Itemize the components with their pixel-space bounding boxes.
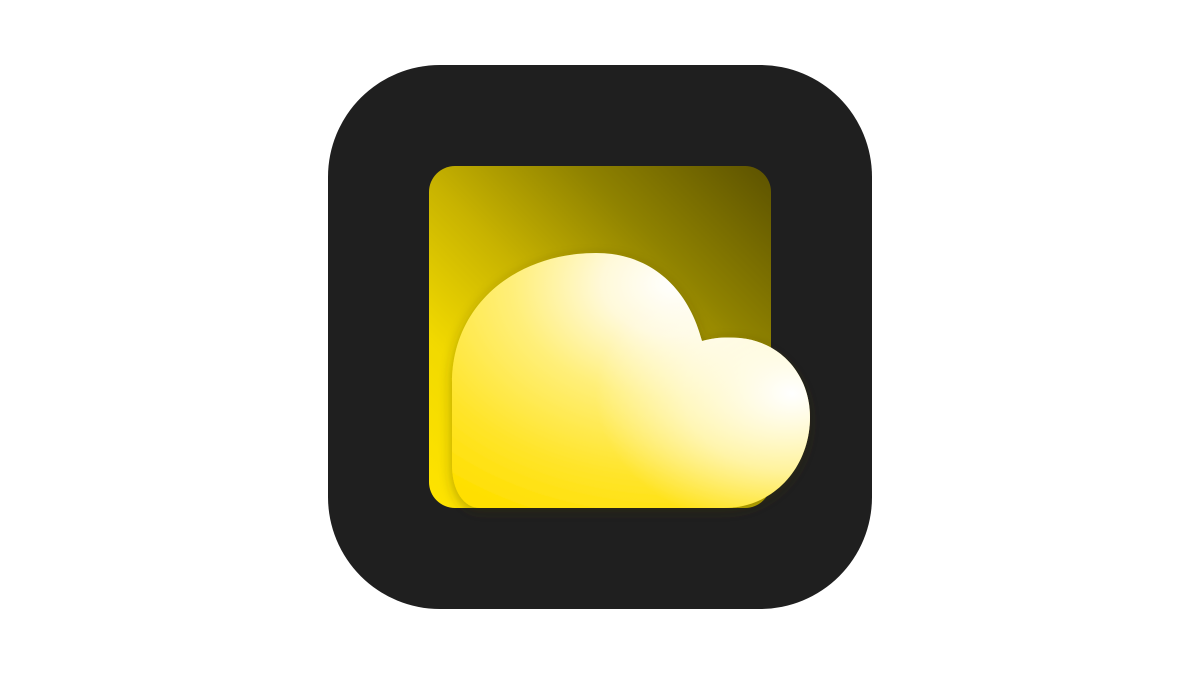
weather-cloud-icon [452,253,810,508]
screen [0,0,1200,675]
weather-app-icon[interactable] [328,65,872,609]
